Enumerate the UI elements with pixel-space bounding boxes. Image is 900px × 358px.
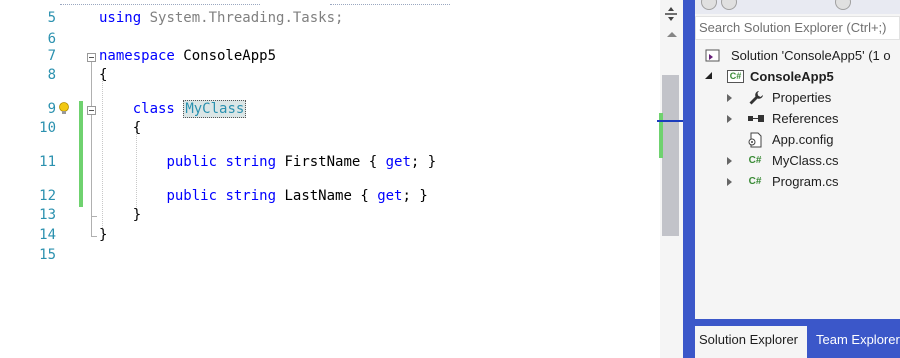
line-number: 13: [39, 207, 56, 223]
solution-explorer-toolbar: [695, 0, 900, 14]
project-label: ConsoleApp5: [750, 69, 834, 84]
code-line: 13 }: [0, 205, 660, 226]
code-line: 5 using System.Threading.Tasks;: [0, 8, 660, 29]
code-line: 7 namespace ConsoleApp5: [0, 46, 660, 67]
line-number: 12: [39, 188, 56, 204]
search-solution-explorer-input[interactable]: Search Solution Explorer (Ctrl+;): [695, 16, 900, 40]
tree-item-label: Properties: [772, 90, 832, 105]
code-line: 11 public string FirstName { get; }: [0, 152, 660, 173]
tree-item-label: References: [772, 111, 839, 126]
tree-item-label: App.config: [772, 132, 834, 147]
csharp-file-icon: C#: [748, 155, 762, 166]
references-icon: [748, 115, 764, 122]
code-editor[interactable]: 5 using System.Threading.Tasks; 6 7 name…: [0, 0, 683, 358]
line-number: 14: [39, 227, 56, 243]
code-line: 14 }: [0, 225, 660, 246]
line-number: 7: [47, 48, 56, 64]
line-number: 11: [39, 154, 56, 170]
code-line: 9 class MyClass: [0, 99, 660, 120]
wrench-icon: [749, 91, 763, 105]
code-text: }: [99, 227, 108, 243]
code-text: public string FirstName { get; }: [166, 154, 437, 170]
split-window-icon[interactable]: [661, 5, 681, 23]
back-icon[interactable]: [701, 0, 717, 10]
collapsed-chevron-icon[interactable]: [727, 178, 732, 186]
tab-team-explorer[interactable]: Team Explorer: [812, 326, 900, 358]
scroll-up-icon[interactable]: [667, 32, 677, 37]
scrollbar-thumb[interactable]: [662, 75, 679, 236]
code-line: 8 {: [0, 65, 660, 86]
expanded-chevron-icon[interactable]: [705, 72, 713, 80]
code-line: 12 public string LastName { get; }: [0, 186, 660, 207]
code-text: {: [99, 67, 108, 83]
code-text: using System.Threading.Tasks;: [99, 10, 344, 26]
code-text: namespace ConsoleApp5: [99, 48, 277, 64]
line-number: 15: [39, 247, 56, 263]
config-file-icon: [748, 132, 762, 148]
forward-icon[interactable]: [721, 0, 737, 10]
history-icon[interactable]: [835, 0, 851, 10]
line-number: 5: [47, 10, 56, 26]
line-number: 10: [39, 120, 56, 136]
solution-icon: [705, 49, 720, 62]
collapsed-chevron-icon[interactable]: [727, 94, 732, 102]
collapsed-chevron-icon[interactable]: [727, 115, 732, 123]
navigation-bar-remnant: [0, 0, 683, 6]
tab-solution-explorer[interactable]: Solution Explorer: [695, 326, 807, 358]
search-placeholder: Search Solution Explorer (Ctrl+;): [699, 20, 887, 35]
code-text: public string LastName { get; }: [166, 188, 428, 204]
window-frame: [683, 0, 695, 358]
collapsed-chevron-icon[interactable]: [727, 157, 732, 165]
tree-item-label: MyClass.cs: [772, 153, 839, 168]
code-line: 10 {: [0, 118, 660, 139]
solution-explorer-panel: Search Solution Explorer (Ctrl+;) Soluti…: [695, 0, 900, 358]
code-text: }: [99, 207, 142, 223]
line-number: 9: [47, 101, 56, 117]
solution-label: Solution 'ConsoleApp5' (1 o: [731, 48, 891, 63]
csharp-file-icon: C#: [748, 176, 762, 187]
line-number: 8: [47, 67, 56, 83]
code-text: class MyClass: [132, 100, 247, 118]
tree-item-label: Program.cs: [772, 174, 839, 189]
scrollbar-caret-marker: [657, 120, 683, 122]
csharp-project-icon: C#: [727, 70, 744, 83]
code-text: {: [99, 120, 142, 136]
code-line: 15: [0, 245, 660, 266]
